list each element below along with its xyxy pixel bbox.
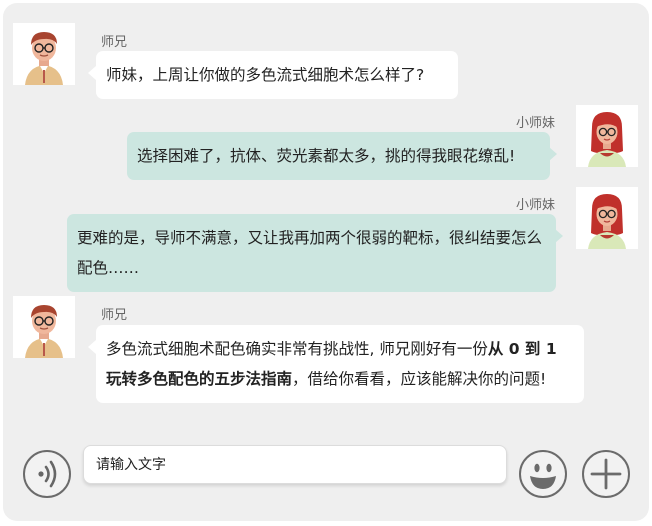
avatar-junior-sister[interactable]	[576, 187, 638, 249]
message-bubble[interactable]: 更难的是，导师不满意，又让我再加两个很弱的靶标，很纠结要怎么配色……	[67, 214, 556, 292]
message-bubble[interactable]: 多色流式细胞术配色确实非常有挑战性, 师兄刚好有一份从 0 到 1 玩转多色配色…	[96, 325, 584, 403]
message-input[interactable]	[83, 445, 507, 484]
man-avatar-icon	[13, 23, 75, 85]
sender-name: 师兄	[101, 308, 128, 323]
voice-icon	[38, 460, 57, 488]
sender-name: 小师妹	[516, 198, 556, 213]
avatar-junior-sister[interactable]	[576, 105, 638, 167]
message-text: 选择困难了，抗体、荧光素都太多，挑的得我眼花缭乱!	[137, 147, 516, 165]
bubble-tail	[88, 66, 96, 80]
plus-icon	[590, 458, 622, 490]
sender-name: 师兄	[101, 35, 128, 50]
emoji-button[interactable]	[519, 450, 567, 498]
bubble-tail	[549, 147, 557, 161]
message-bubble[interactable]: 师妹，上周让你做的多色流式细胞术怎么样了?	[96, 51, 458, 99]
add-button[interactable]	[582, 450, 630, 498]
message-text: 更难的是，导师不满意，又让我再加两个很弱的靶标，很纠结要怎么配色……	[77, 229, 543, 277]
chat-window: 师兄 师妹，上周让你做的多色流式细胞术怎么样了? 小师妹 选择困难了，抗体、荧光…	[3, 3, 649, 521]
avatar-senior-brother[interactable]	[13, 23, 75, 85]
smiley-icon	[522, 453, 564, 495]
avatar-senior-brother[interactable]	[13, 296, 75, 358]
man-avatar-icon	[13, 296, 75, 358]
voice-button[interactable]	[23, 450, 71, 498]
woman-avatar-icon	[576, 105, 638, 167]
bubble-tail	[88, 340, 96, 354]
woman-avatar-icon	[576, 187, 638, 249]
message-bubble[interactable]: 选择困难了，抗体、荧光素都太多，挑的得我眼花缭乱!	[127, 132, 550, 180]
bubble-tail	[555, 229, 563, 243]
message-text: 多色流式细胞术配色确实非常有挑战性, 师兄刚好有一份	[106, 340, 488, 358]
sender-name: 小师妹	[516, 116, 556, 131]
message-text: ，借给你看看，应该能解决你的问题!	[292, 370, 547, 388]
message-text: 师妹，上周让你做的多色流式细胞术怎么样了?	[106, 66, 425, 84]
